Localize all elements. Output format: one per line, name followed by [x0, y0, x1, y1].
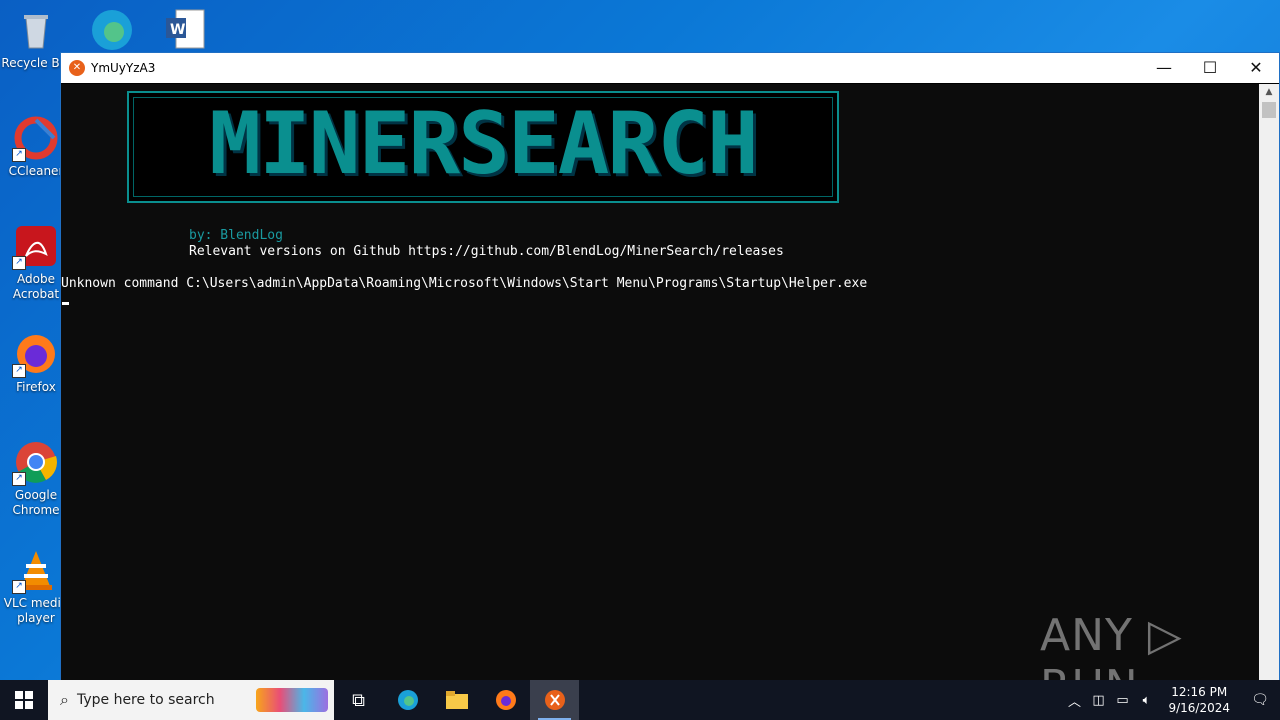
start-button[interactable] [0, 680, 48, 720]
shortcut-arrow-icon: ↗ [12, 148, 26, 162]
releases-line: Relevant versions on Github https://gith… [189, 244, 784, 259]
firefox-icon: ↗ [12, 332, 58, 378]
svg-text:W: W [170, 22, 185, 38]
search-input[interactable]: Type here to search [77, 692, 256, 708]
ascii-banner: MINERSEARCH [127, 91, 839, 203]
edge-desktop-icon[interactable] [88, 6, 136, 50]
word-desktop-icon[interactable]: W [164, 8, 208, 50]
scroll-up-icon[interactable]: ▲ [1259, 84, 1279, 100]
search-highlight-image [256, 688, 328, 712]
firefox-icon [495, 690, 516, 710]
minimize-button[interactable]: — [1141, 53, 1187, 83]
taskbar-firefox[interactable] [481, 680, 530, 720]
meet-now-icon[interactable]: ◫ [1086, 693, 1110, 708]
desktop-icon-label: CCleaner [8, 164, 64, 178]
task-view-button[interactable]: ⧉ [334, 680, 383, 720]
window-titlebar[interactable]: ✕ YmUyYzA3 — ☐ ✕ [61, 53, 1279, 83]
window-title: YmUyYzA3 [91, 61, 156, 75]
notification-icon[interactable]: 🗨︎ [1240, 692, 1280, 708]
banner-text: MINERSEARCH [209, 94, 759, 194]
task-view-icon: ⧉ [352, 689, 365, 711]
search-icon: ⌕ [60, 690, 69, 709]
desktop-icon-label: Firefox [16, 380, 56, 394]
vertical-scrollbar[interactable]: ▲ [1259, 84, 1279, 680]
minersearch-app-icon [544, 690, 565, 710]
clock[interactable]: 12:16 PM 9/16/2024 [1168, 684, 1230, 716]
taskbar-minersearch[interactable] [530, 680, 579, 720]
system-tray: ︿ ◫ ▭ 🔈︎ 12:16 PM 9/16/2024 🗨︎ [1062, 680, 1280, 720]
taskbar-search[interactable]: ⌕ Type here to search [48, 680, 334, 720]
vlc-icon: ↗ [12, 548, 58, 594]
author-line: by: BlendLog [189, 228, 283, 243]
chevron-up-icon[interactable]: ︿ [1062, 691, 1086, 710]
taskbar-file-explorer[interactable] [432, 680, 481, 720]
text-cursor [62, 302, 69, 305]
shortcut-arrow-icon: ↗ [12, 256, 26, 270]
volume-icon[interactable]: 🔈︎ [1134, 693, 1158, 708]
shortcut-arrow-icon: ↗ [12, 364, 26, 378]
shortcut-arrow-icon: ↗ [12, 580, 26, 594]
windows-logo-icon [15, 691, 33, 709]
app-icon: ✕ [69, 60, 85, 76]
console-output[interactable]: MINERSEARCH by: BlendLog Relevant versio… [61, 84, 1259, 680]
console-window[interactable]: ✕ YmUyYzA3 — ☐ ✕ MINERSEARCH by: BlendLo… [60, 52, 1280, 681]
taskbar: ⌕ Type here to search ⧉ ︿ ◫ ▭ 🔈︎ 12:16 P… [0, 680, 1280, 720]
taskbar-edge[interactable] [383, 680, 432, 720]
desktop-icon-label: Google Chrome [12, 488, 60, 517]
shortcut-arrow-icon: ↗ [12, 472, 26, 486]
error-line: Unknown command C:\Users\admin\AppData\R… [61, 276, 868, 291]
adobe-acrobat-icon: ↗ [12, 224, 58, 270]
desktop-icon-label: VLC media player [3, 596, 69, 625]
edge-icon [397, 690, 418, 710]
clock-date: 9/16/2024 [1168, 701, 1230, 715]
network-icon[interactable]: ▭ [1110, 693, 1134, 708]
ccleaner-icon: ↗ [12, 116, 58, 162]
folder-icon [445, 691, 468, 709]
word-document-icon: W [166, 9, 205, 49]
desktop-icon-label: Adobe Acrobat [12, 272, 60, 301]
recycle-bin-icon [14, 8, 58, 52]
close-button[interactable]: ✕ [1233, 53, 1279, 83]
google-chrome-icon: ↗ [12, 440, 58, 486]
clock-time: 12:16 PM [1171, 685, 1228, 699]
scrollbar-thumb[interactable] [1262, 102, 1276, 118]
maximize-button[interactable]: ☐ [1187, 53, 1233, 83]
edge-icon [92, 10, 132, 50]
